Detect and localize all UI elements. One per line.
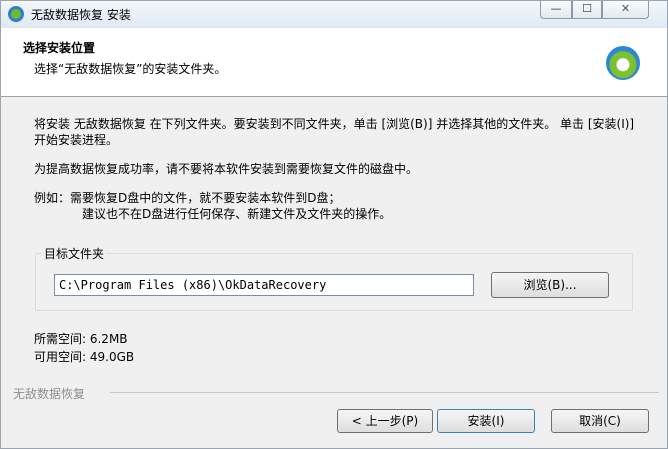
maximize-button[interactable]: ☐ xyxy=(572,1,602,19)
minimize-button[interactable]: — xyxy=(540,1,572,19)
example-line-1: 例如：需要恢复D盘中的文件，就不要安装本软件到D盘； xyxy=(34,191,341,205)
page-header: 选择安装位置 选择“无敌数据恢复”的安装文件夹。 xyxy=(1,28,667,97)
close-button[interactable]: ✕ xyxy=(602,1,649,19)
browse-button[interactable]: 浏览(B)... xyxy=(491,272,609,298)
page-title: 选择安装位置 xyxy=(23,41,96,55)
recovery-tip: 为提高数据恢复成功率，请不要将本软件安装到需要恢复文件的磁盘中。 xyxy=(34,162,419,176)
brand-label: 无敌数据恢复 xyxy=(13,387,86,401)
example-line-2: 建议也不在D盘进行任何保存、新建文件及文件夹的操作。 xyxy=(82,207,392,221)
page-subtitle: 选择“无敌数据恢复”的安装文件夹。 xyxy=(34,62,227,76)
destination-group-label: 目标文件夹 xyxy=(42,245,107,262)
header-logo-icon xyxy=(606,46,640,80)
install-button[interactable]: 安装(I) xyxy=(437,409,535,433)
available-space: 可用空间: 49.0GB xyxy=(34,350,135,364)
footer-divider xyxy=(110,392,659,393)
destination-path-input[interactable]: C:\Program Files (x86)\OkDataRecovery xyxy=(54,274,474,296)
window-title: 无敌数据恢复 安装 xyxy=(31,8,131,22)
install-instructions: 将安装 无敌数据恢复 在下列文件夹。要安装到不同文件夹，单击 [浏览(B)] 并… xyxy=(34,117,635,147)
installer-window: 无敌数据恢复 安装 — ☐ ✕ 选择安装位置 选择“无敌数据恢复”的安装文件夹。… xyxy=(0,0,668,449)
title-bar[interactable]: 无敌数据恢复 安装 — ☐ ✕ xyxy=(1,1,667,28)
back-button[interactable]: < 上一步(P) xyxy=(337,409,433,433)
cancel-button[interactable]: 取消(C) xyxy=(551,409,649,433)
required-space: 所需空间: 6.2MB xyxy=(34,332,128,346)
app-logo-icon xyxy=(8,6,24,22)
